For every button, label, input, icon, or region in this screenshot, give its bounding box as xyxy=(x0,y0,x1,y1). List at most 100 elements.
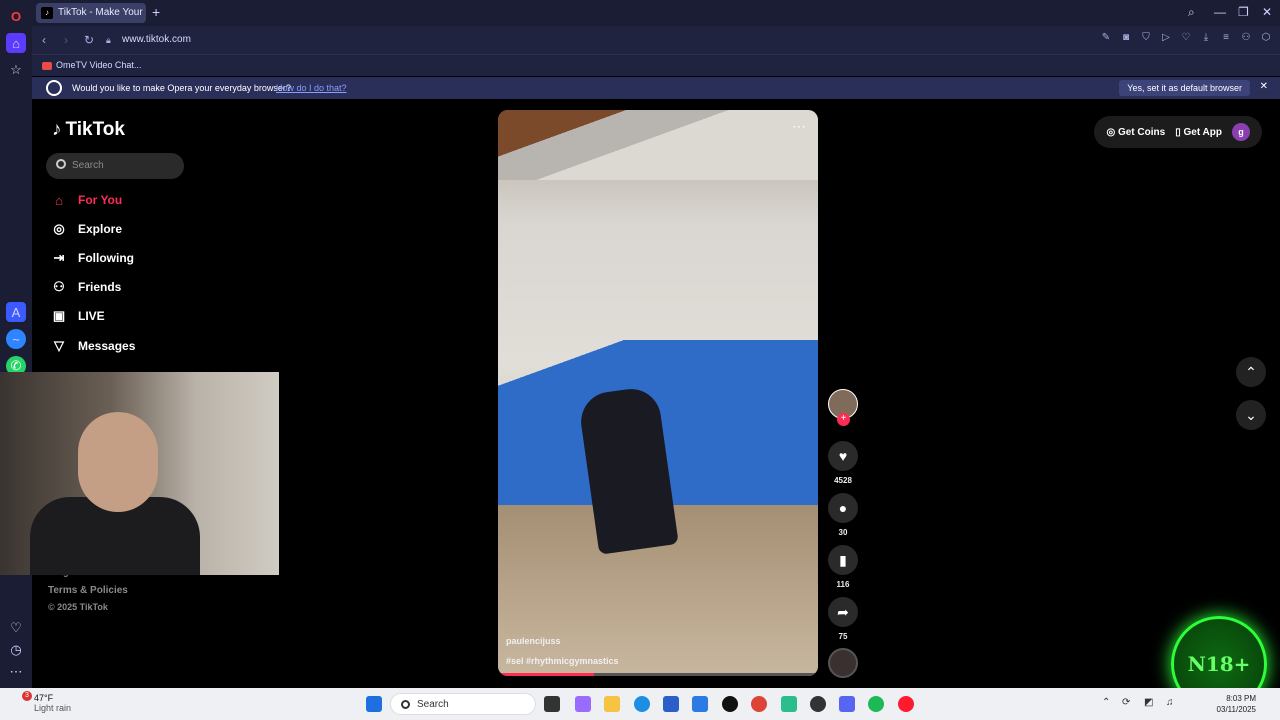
reload-button[interactable]: ↻ xyxy=(84,33,94,47)
tray-sync-icon[interactable]: ⟳ xyxy=(1122,697,1130,708)
clock-date: 03/11/2025 xyxy=(1216,705,1256,714)
previous-video-button[interactable]: ⌃ xyxy=(1236,357,1266,387)
compass-icon: ◎ xyxy=(53,221,65,236)
home-icon[interactable]: ⌂ xyxy=(6,33,26,53)
app-active-icon[interactable] xyxy=(781,696,797,712)
get-app-button[interactable]: ▯ Get App xyxy=(1175,127,1222,138)
menu-item-following[interactable]: ⇥ Following xyxy=(52,247,134,269)
video-progress-bar[interactable] xyxy=(498,673,818,676)
discord-icon[interactable] xyxy=(839,696,855,712)
menu-label: Messages xyxy=(78,339,136,353)
forward-button[interactable]: › xyxy=(64,33,68,47)
tray-app-icon[interactable]: ◩ xyxy=(1144,697,1153,708)
video-tags[interactable]: #sel #rhythmicgymnastics xyxy=(506,656,619,666)
file-explorer-icon[interactable] xyxy=(604,696,620,712)
weather-widget[interactable]: 3 47°F Light rain xyxy=(8,691,72,713)
outlook-icon[interactable] xyxy=(692,696,708,712)
opera-taskbar-icon[interactable] xyxy=(898,696,914,712)
store-icon[interactable] xyxy=(663,696,679,712)
comment-count: 30 xyxy=(838,528,848,537)
opera-logo-icon[interactable]: O xyxy=(6,6,26,26)
bookmark-label: OmeTV Video Chat... xyxy=(56,60,142,70)
comment-button[interactable]: ● xyxy=(828,493,858,523)
tab-bar: ♪ TikTok - Make Your D + ⌕ — ❐ ✕ xyxy=(32,0,1280,26)
maximize-button[interactable]: ❐ xyxy=(1238,5,1249,19)
music-disc-icon[interactable] xyxy=(828,648,858,678)
bookmark-count: 116 xyxy=(836,580,850,589)
messages-icon: ▽ xyxy=(54,338,64,353)
edit-icon[interactable]: ✎ xyxy=(1100,32,1112,46)
messenger-icon[interactable]: ~ xyxy=(6,329,26,349)
like-count: 4528 xyxy=(834,476,852,485)
spotify-icon[interactable] xyxy=(868,696,884,712)
opera-o-icon xyxy=(46,80,62,96)
address-bar: ‹ › ↻ 🔒︎ www.tiktok.com ✎ ◙ ⛉ ▷ ♡ ⤓ ≡ ⚇ … xyxy=(32,26,1280,54)
friends-icon: ⚇ xyxy=(53,279,65,294)
weather-badge: 3 xyxy=(22,691,32,701)
bookmark-favicon-icon xyxy=(42,61,52,70)
speed-dial-star-icon[interactable]: ☆ xyxy=(6,60,26,80)
taskbar-search-label: Search xyxy=(417,699,449,710)
default-browser-notice: Would you like to make Opera your everyd… xyxy=(32,77,1280,99)
set-default-button[interactable]: Yes, set it as default browser xyxy=(1119,80,1250,96)
back-button[interactable]: ‹ xyxy=(42,33,46,47)
minimize-button[interactable]: — xyxy=(1214,5,1226,19)
get-coins-button[interactable]: ◎ Get Coins xyxy=(1106,127,1165,138)
search-input[interactable]: Search xyxy=(46,153,184,179)
clock[interactable]: 8:03 PM 03/11/2025 xyxy=(1217,693,1256,715)
menu-item-for-you[interactable]: ⌂ For You xyxy=(52,189,122,211)
logo-text: TikTok xyxy=(65,119,125,140)
heart-icon[interactable]: ♡ xyxy=(6,618,26,638)
temperature: 47°F xyxy=(34,693,54,703)
bookmark-ometv[interactable]: OmeTV Video Chat... xyxy=(42,60,141,70)
player-icon[interactable]: ▷ xyxy=(1160,32,1172,46)
notice-close-icon[interactable]: ✕ xyxy=(1260,81,1268,92)
tray-chevron-icon[interactable]: ⌃ xyxy=(1102,697,1110,708)
close-window-button[interactable]: ✕ xyxy=(1262,5,1272,19)
obs-icon[interactable] xyxy=(810,696,826,712)
task-view-icon[interactable] xyxy=(544,696,560,712)
microphone-icon[interactable]: ♫ xyxy=(1166,697,1174,708)
footer-terms[interactable]: Terms & Policies xyxy=(48,585,128,596)
tiktok-logo[interactable]: ♪ TikTok xyxy=(52,119,125,141)
menu-item-live[interactable]: ▣ LIVE xyxy=(52,305,105,327)
app-icon[interactable] xyxy=(722,696,738,712)
url-field[interactable]: www.tiktok.com xyxy=(122,34,191,45)
menu-item-messages[interactable]: ▽ Messages xyxy=(52,335,135,357)
download-icon[interactable]: ⤓ xyxy=(1200,32,1212,46)
more-icon[interactable]: ⋯ xyxy=(6,662,26,682)
follow-plus-icon[interactable]: + xyxy=(837,413,850,426)
notice-help-link[interactable]: How do I do that? xyxy=(276,83,347,93)
video-player[interactable]: ⋯ paulencijuss #sel #rhythmicgymnastics xyxy=(498,110,818,676)
taskbar-search[interactable]: Search xyxy=(390,693,536,715)
menu-item-friends[interactable]: ⚇ Friends xyxy=(52,276,121,298)
windows-taskbar: 3 47°F Light rain Search ⌃ ⟳ ◩ ♫ 8:03 PM… xyxy=(0,688,1280,720)
weather-label: Light rain xyxy=(34,703,72,713)
extensions-icon[interactable]: ⬡ xyxy=(1260,32,1272,46)
tab-tiktok[interactable]: ♪ TikTok - Make Your D xyxy=(36,3,146,23)
menu-label: For You xyxy=(78,193,123,207)
like-button[interactable]: ♥ xyxy=(828,441,858,471)
new-tab-button[interactable]: + xyxy=(152,4,160,20)
shield-icon[interactable]: ⛉ xyxy=(1140,32,1152,46)
more-options-icon[interactable]: ⋯ xyxy=(792,118,806,135)
history-icon[interactable]: ◷ xyxy=(6,640,26,660)
bookmark-button[interactable]: ▮ xyxy=(828,545,858,575)
video-author[interactable]: paulencijuss xyxy=(506,636,561,646)
avatar[interactable]: g xyxy=(1232,123,1250,141)
next-video-button[interactable]: ⌄ xyxy=(1236,400,1266,430)
copilot-icon[interactable] xyxy=(575,696,591,712)
search-icon xyxy=(401,700,410,709)
edge-icon[interactable] xyxy=(634,696,650,712)
profile-icon[interactable]: ⚇ xyxy=(1240,32,1252,46)
menu-item-explore[interactable]: ◎ Explore xyxy=(52,218,122,240)
menu-label: LIVE xyxy=(78,309,105,323)
share-button[interactable]: ➦ xyxy=(828,597,858,627)
heart-icon[interactable]: ♡ xyxy=(1180,32,1192,46)
chrome-icon[interactable] xyxy=(751,696,767,712)
menu-icon[interactable]: ≡ xyxy=(1220,32,1232,46)
aria-icon[interactable]: A xyxy=(6,302,26,322)
camera-icon[interactable]: ◙ xyxy=(1120,32,1132,46)
search-tabs-icon[interactable]: ⌕ xyxy=(1188,5,1195,20)
start-icon[interactable] xyxy=(366,696,382,712)
